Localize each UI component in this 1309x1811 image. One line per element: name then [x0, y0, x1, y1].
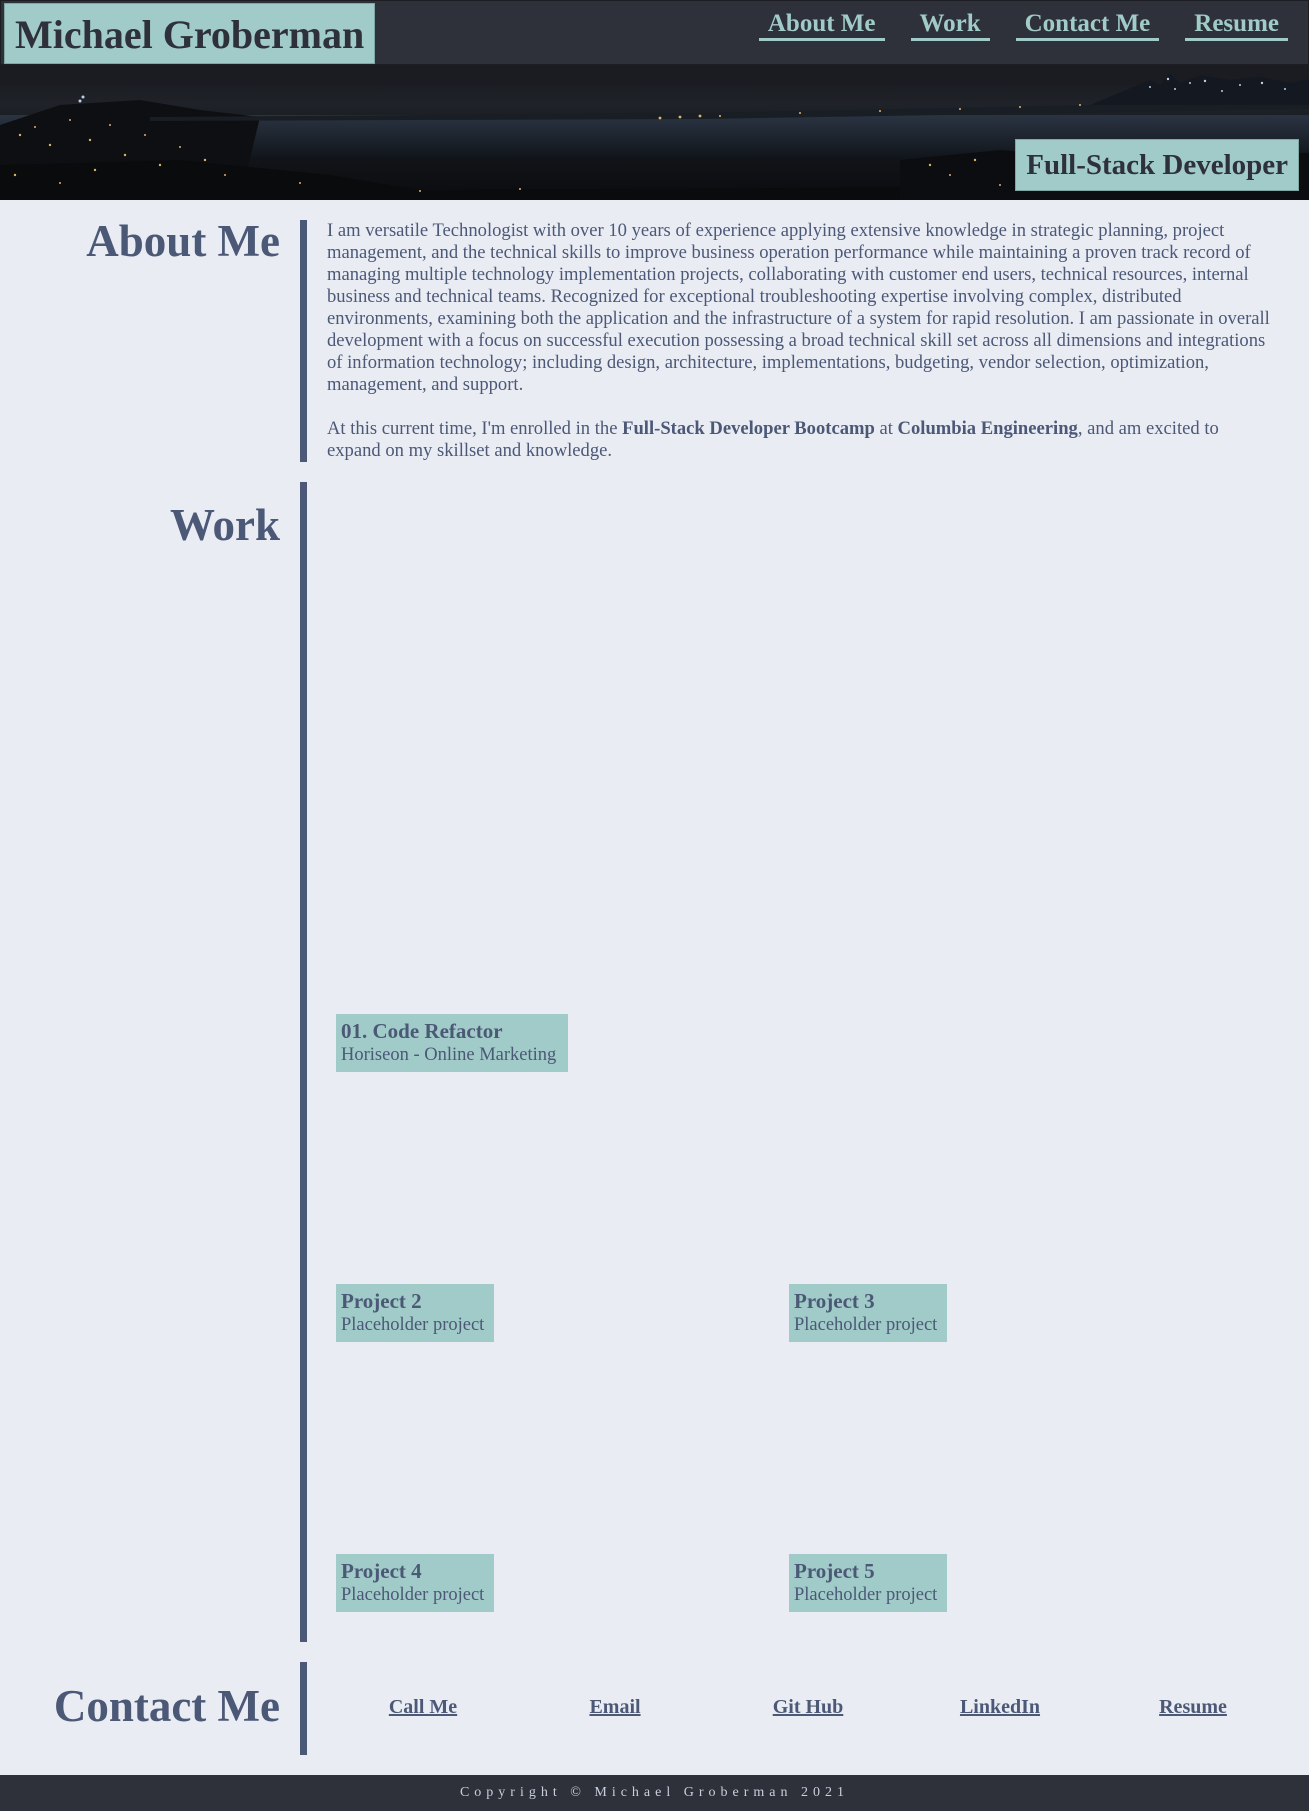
project-subtitle: Placeholder project [341, 1315, 485, 1335]
project-subtitle: Placeholder project [794, 1315, 938, 1335]
project-title: 01. Code Refactor [341, 1019, 503, 1043]
nav-resume[interactable]: Resume [1185, 1, 1288, 41]
about-me-paragraph: I am versatile Technologist with over 10… [327, 220, 1270, 395]
project-subtitle: Placeholder project [794, 1585, 938, 1605]
project-card-4[interactable]: Project 4 Placeholder project [336, 1554, 494, 1612]
about-me-enrollment-paragraph: At this current time, I'm enrolled in th… [327, 418, 1219, 461]
site-header: Michael Groberman About Me Work Contact … [0, 0, 1309, 65]
about-me-divider [300, 220, 307, 462]
nav-about-me[interactable]: About Me [758, 1, 885, 41]
project-subtitle: Horiseon - Online Marketing [341, 1045, 557, 1065]
hero-tagline: Full-Stack Developer [1015, 139, 1299, 191]
copyright-text: Copyright © Michael Groberman 2021 [459, 1785, 850, 1800]
about-me-title: About Me [86, 216, 280, 266]
project-card-2[interactable]: Project 2 Placeholder project [336, 1284, 494, 1342]
work-divider [300, 482, 307, 1642]
project-card-3[interactable]: Project 3 Placeholder project [789, 1284, 947, 1342]
school-name: Columbia Engineering [897, 418, 1078, 439]
work-title: Work [169, 500, 280, 550]
site-footer: Copyright © Michael Groberman 2021 [0, 1775, 1309, 1811]
contact-call-me-link[interactable]: Call Me [389, 1696, 457, 1719]
project-title: Project 5 [794, 1559, 875, 1583]
site-name[interactable]: Michael Groberman [4, 3, 376, 64]
project-title: Project 3 [794, 1289, 875, 1313]
contact-me-divider [300, 1662, 307, 1755]
about-me-text: I am versatile Technologist with over 10… [327, 220, 1273, 484]
main-nav: About Me Work Contact Me Resume [733, 1, 1288, 53]
nav-work[interactable]: Work [910, 1, 990, 41]
hero-banner: Full-Stack Developer [0, 65, 1309, 200]
project-title: Project 2 [341, 1289, 422, 1313]
contact-email-link[interactable]: Email [589, 1696, 640, 1719]
project-card-5[interactable]: Project 5 Placeholder project [789, 1554, 947, 1612]
contact-github-link[interactable]: Git Hub [773, 1696, 844, 1719]
project-card-1[interactable]: 01. Code Refactor Horiseon - Online Mark… [336, 1014, 568, 1072]
project-title: Project 4 [341, 1559, 422, 1583]
project-subtitle: Placeholder project [341, 1585, 485, 1605]
bootcamp-name: Full-Stack Developer Bootcamp [622, 418, 875, 439]
contact-me-title: Contact Me [53, 1681, 280, 1731]
contact-linkedin-link[interactable]: LinkedIn [960, 1696, 1040, 1719]
contact-resume-link[interactable]: Resume [1159, 1696, 1227, 1719]
nav-contact-me[interactable]: Contact Me [1015, 1, 1160, 41]
